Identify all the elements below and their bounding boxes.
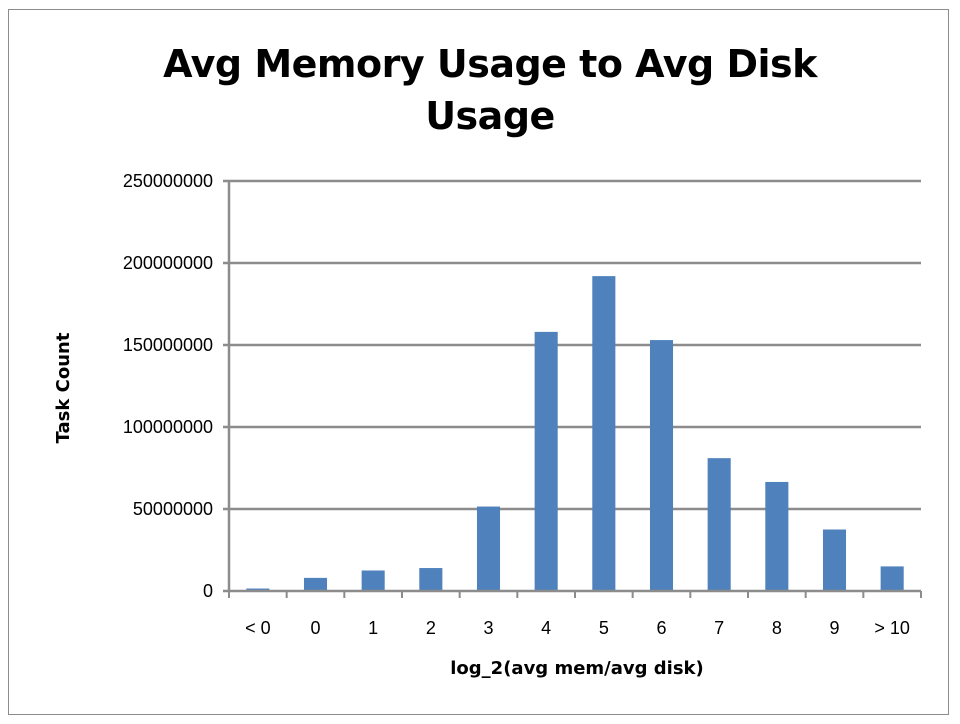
x-tick-label: 4 xyxy=(541,618,551,638)
bar xyxy=(707,458,731,591)
y-tick-label: 100000000 xyxy=(123,417,213,437)
y-tick-label: 50000000 xyxy=(133,499,213,519)
y-axis-label: Task Count xyxy=(53,332,74,443)
bar xyxy=(765,481,789,591)
bar xyxy=(822,529,847,591)
x-tick-label: 3 xyxy=(483,618,493,638)
bar xyxy=(534,331,558,591)
x-tick-label: < 0 xyxy=(245,618,271,638)
axes xyxy=(223,181,922,598)
bars xyxy=(246,276,904,591)
bar xyxy=(649,340,674,591)
bar xyxy=(419,568,443,591)
bar xyxy=(592,276,616,591)
x-tick-label: 6 xyxy=(656,618,666,638)
x-tick-label: 0 xyxy=(310,618,320,638)
x-tick-label: 2 xyxy=(426,618,436,638)
x-tick-label: > 10 xyxy=(874,618,910,638)
y-tick-label: 200000000 xyxy=(123,253,213,273)
y-tick-labels: 0 50000000 100000000 150000000 200000000 2500… xyxy=(123,171,213,601)
y-tick-label: 0 xyxy=(203,581,213,601)
x-tick-label: 1 xyxy=(368,618,378,638)
gridlines xyxy=(223,179,921,511)
bar xyxy=(880,566,904,591)
bar xyxy=(476,506,501,591)
bar xyxy=(361,570,385,591)
x-axis-label: log_2(avg mem/avg disk) xyxy=(450,658,704,679)
x-tick-label: 5 xyxy=(599,618,609,638)
bar xyxy=(303,577,328,591)
y-tick-label: 150000000 xyxy=(123,335,213,355)
x-tick-label: 8 xyxy=(772,618,782,638)
bar-chart: 0 50000000 100000000 150000000 200000000 2500… xyxy=(53,171,922,679)
x-tick-label: 9 xyxy=(829,618,839,638)
x-tick-labels: < 0 0 1 2 3 4 5 6 7 8 9 > 10 xyxy=(245,618,910,638)
y-tick-label: 250000000 xyxy=(123,171,213,191)
x-tick-label: 7 xyxy=(714,618,724,638)
